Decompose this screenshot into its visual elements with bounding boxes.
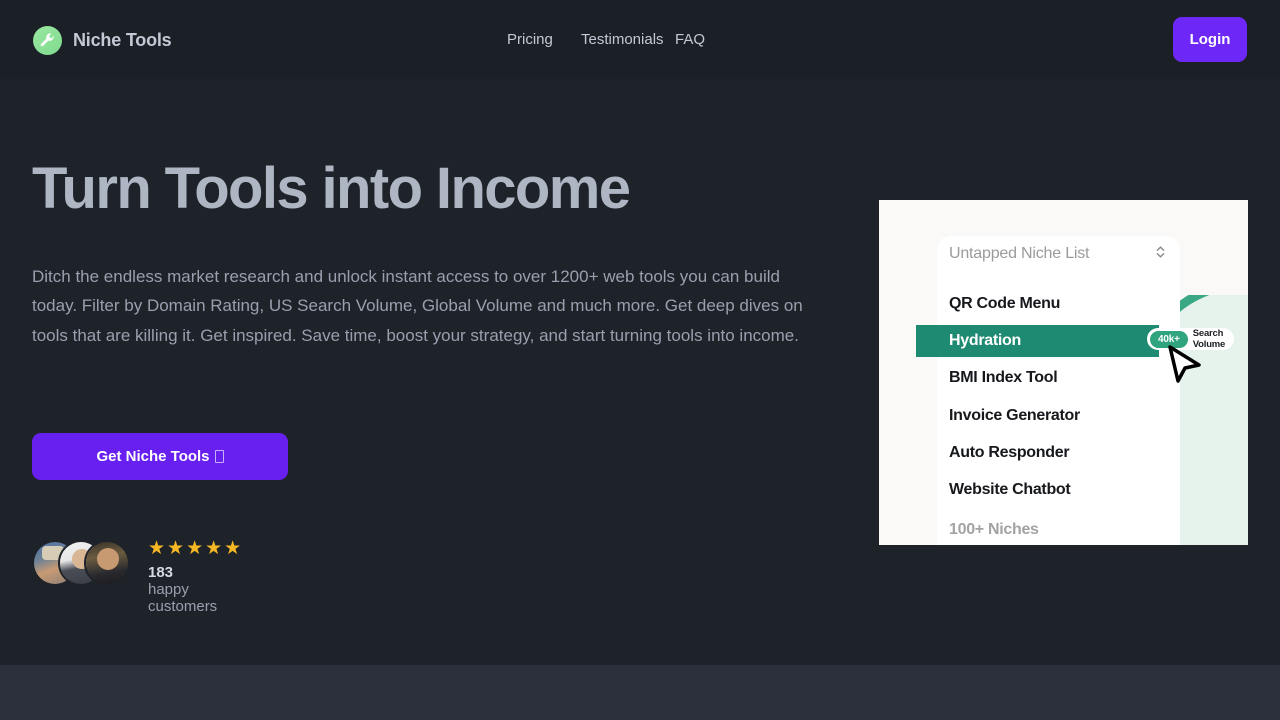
site-header: Niche Tools Pricing Testimonials FAQ Log… — [0, 0, 1280, 79]
login-button[interactable]: Login — [1173, 17, 1247, 62]
customer-count-label: happy customers — [148, 581, 218, 615]
nav-item-pricing[interactable]: Pricing — [507, 31, 581, 48]
list-item[interactable]: Invoice Generator — [937, 401, 1180, 431]
list-item-more[interactable]: 100+ Niches — [937, 515, 1180, 545]
star-rating: ★★★★★ — [148, 538, 244, 559]
wrench-icon — [33, 26, 62, 55]
customer-count-number: 183 — [148, 564, 174, 581]
main-nav: Pricing Testimonials FAQ — [507, 31, 715, 48]
list-item-selected[interactable]: Hydration 40k+ Search Volume — [916, 325, 1235, 357]
nav-item-faq[interactable]: FAQ — [675, 31, 715, 48]
page-title: Turn Tools into Income — [32, 156, 631, 221]
dropdown-label: Untapped Niche List — [949, 245, 1090, 262]
list-item[interactable]: Auto Responder — [937, 438, 1180, 468]
customer-count: 183 happy customers — [148, 564, 217, 615]
arrow-cursor-icon — [1168, 345, 1202, 390]
landing-page: Niche Tools Pricing Testimonials FAQ Log… — [0, 0, 1280, 720]
chevron-up-down-icon — [1155, 244, 1166, 265]
list-item[interactable]: QR Code Menu — [937, 289, 1180, 319]
get-niche-tools-button[interactable]: Get Niche Tools — [32, 433, 288, 480]
list-item-label: Hydration — [949, 332, 1021, 349]
brand-name: Niche Tools — [73, 30, 172, 50]
avatar-group — [32, 540, 142, 586]
cta-label: Get Niche Tools — [96, 448, 210, 465]
brand-logo[interactable]: Niche Tools — [33, 26, 172, 55]
list-item[interactable]: BMI Index Tool — [937, 363, 1180, 393]
missing-glyph-box-icon — [214, 450, 224, 463]
hero-subtitle: Ditch the endless market research and un… — [32, 267, 803, 345]
next-section-band — [0, 665, 1280, 720]
niche-list-dropdown[interactable]: Untapped Niche List — [937, 236, 1180, 272]
nav-item-testimonials[interactable]: Testimonials — [581, 31, 675, 48]
avatar — [84, 540, 130, 586]
list-item[interactable]: Website Chatbot — [937, 475, 1180, 505]
